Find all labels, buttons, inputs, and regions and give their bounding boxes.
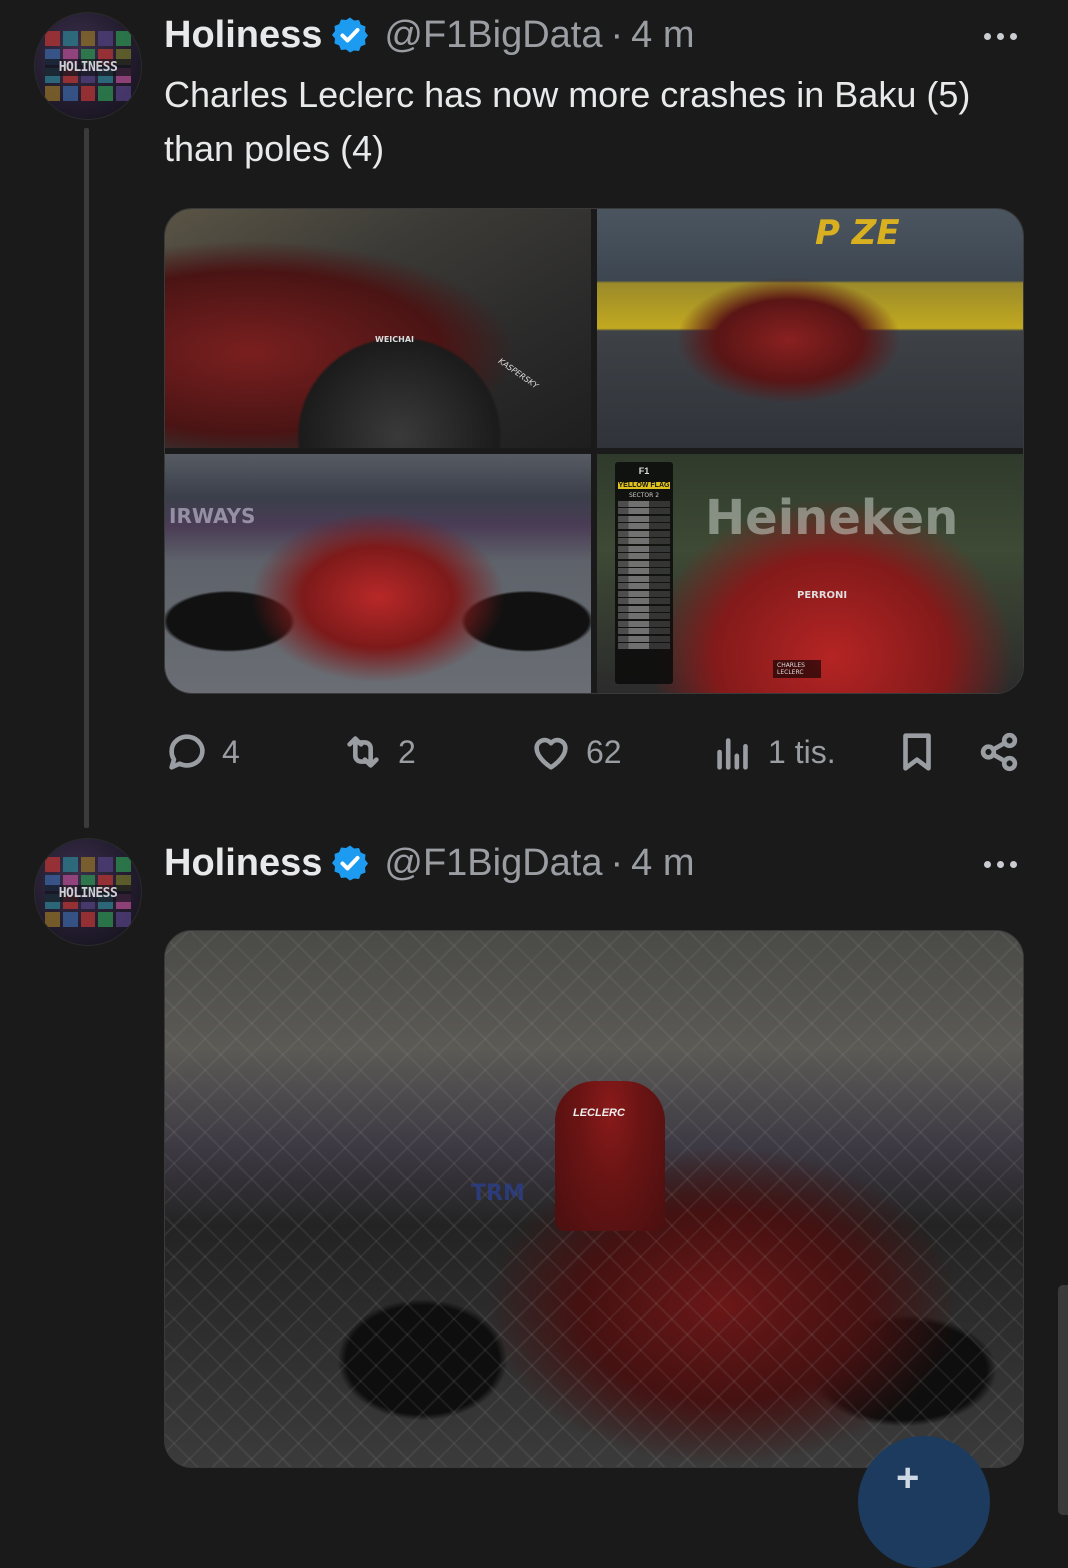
reply-count: 4 xyxy=(222,733,240,770)
tweet-header: Holiness @F1BigData · 4 m xyxy=(164,10,695,60)
share-button[interactable] xyxy=(976,722,1022,782)
media-grid[interactable]: WEICHAI KASPERSKY P ZE IRWAYS Heineken P… xyxy=(164,208,1024,694)
timing-tower: F1 YELLOW FLAG SECTOR 2 xyxy=(615,462,673,684)
media-photo-damaged-front-wing[interactable]: IRWAYS xyxy=(165,454,591,693)
media-photo-leclerc-exits-car[interactable]: LECLERC TRM xyxy=(164,930,1024,1468)
like-count: 62 xyxy=(586,733,622,770)
media-photo-onboard-barrier[interactable]: Heineken PERRONI F1 YELLOW FLAG SECTOR 2… xyxy=(597,454,1023,693)
author-handle[interactable]: @F1BigData xyxy=(384,14,602,57)
more-options-icon[interactable] xyxy=(980,844,1020,884)
compose-plus-icon: + xyxy=(896,1456,920,1500)
banner-text: Heineken xyxy=(705,490,959,546)
like-button[interactable]: 62 xyxy=(528,722,622,782)
views-button[interactable]: 1 tis. xyxy=(710,722,836,782)
bookmark-icon xyxy=(903,733,931,771)
tweet-header: Holiness @F1BigData · 4 m xyxy=(164,838,695,888)
heart-icon xyxy=(534,737,568,770)
reply-icon xyxy=(169,734,205,770)
more-options-icon[interactable] xyxy=(980,16,1020,56)
separator-dot: · xyxy=(610,13,624,56)
thread-connector-line xyxy=(84,128,89,828)
halo-sponsor-text-right: KASPERSKY xyxy=(496,356,540,391)
separator-dot: · xyxy=(610,841,624,884)
tweet-text: Charles Leclerc has now more crashes in … xyxy=(164,74,971,169)
rear-wing-text: TRM xyxy=(471,1181,525,1206)
author-handle[interactable]: @F1BigData xyxy=(384,842,602,885)
verified-badge-icon[interactable] xyxy=(330,15,370,55)
repost-icon xyxy=(347,736,379,768)
sector-label: SECTOR 2 xyxy=(628,492,660,499)
driver-figure xyxy=(555,1081,665,1231)
analytics-icon xyxy=(717,738,748,770)
author-name[interactable]: Holiness xyxy=(164,14,322,57)
avatar[interactable]: HOLINESS xyxy=(34,12,142,120)
action-bar: 4 2 62 1 tis. xyxy=(164,722,1024,782)
share-icon xyxy=(980,732,1018,772)
barrier-sign-text: P ZE xyxy=(815,213,900,253)
avatar-logo-text: HOLINESS xyxy=(45,59,131,76)
repost-button[interactable]: 2 xyxy=(340,722,416,782)
verified-badge-icon[interactable] xyxy=(330,843,370,883)
views-count: 1 tis. xyxy=(768,733,836,770)
timestamp[interactable]: 4 m xyxy=(631,14,694,57)
repost-count: 2 xyxy=(398,733,416,770)
f1-logo: F1 xyxy=(638,466,650,476)
avatar-logo-text: HOLINESS xyxy=(45,885,131,902)
halo-sponsor-text: PERRONI xyxy=(797,590,848,601)
halo-sponsor-text: WEICHAI xyxy=(375,335,414,344)
yellow-flag-label: YELLOW FLAG xyxy=(618,482,670,489)
reply-button[interactable]: 4 xyxy=(164,722,240,782)
driver-graphic-label: CHARLES LECLERC xyxy=(773,660,821,678)
author-name[interactable]: Holiness xyxy=(164,842,322,885)
compose-post-button[interactable]: + xyxy=(858,1436,990,1568)
media-photo-car-at-barrier[interactable]: P ZE xyxy=(597,209,1023,448)
bookmark-button[interactable] xyxy=(894,722,940,782)
media-photo-onboard-crash[interactable]: WEICHAI KASPERSKY xyxy=(165,209,591,448)
suit-name-text: LECLERC xyxy=(573,1107,625,1119)
banner-text: IRWAYS xyxy=(169,504,256,528)
avatar[interactable]: HOLINESS xyxy=(34,838,142,946)
scrollbar[interactable] xyxy=(1058,1285,1068,1515)
timestamp[interactable]: 4 m xyxy=(631,842,694,885)
